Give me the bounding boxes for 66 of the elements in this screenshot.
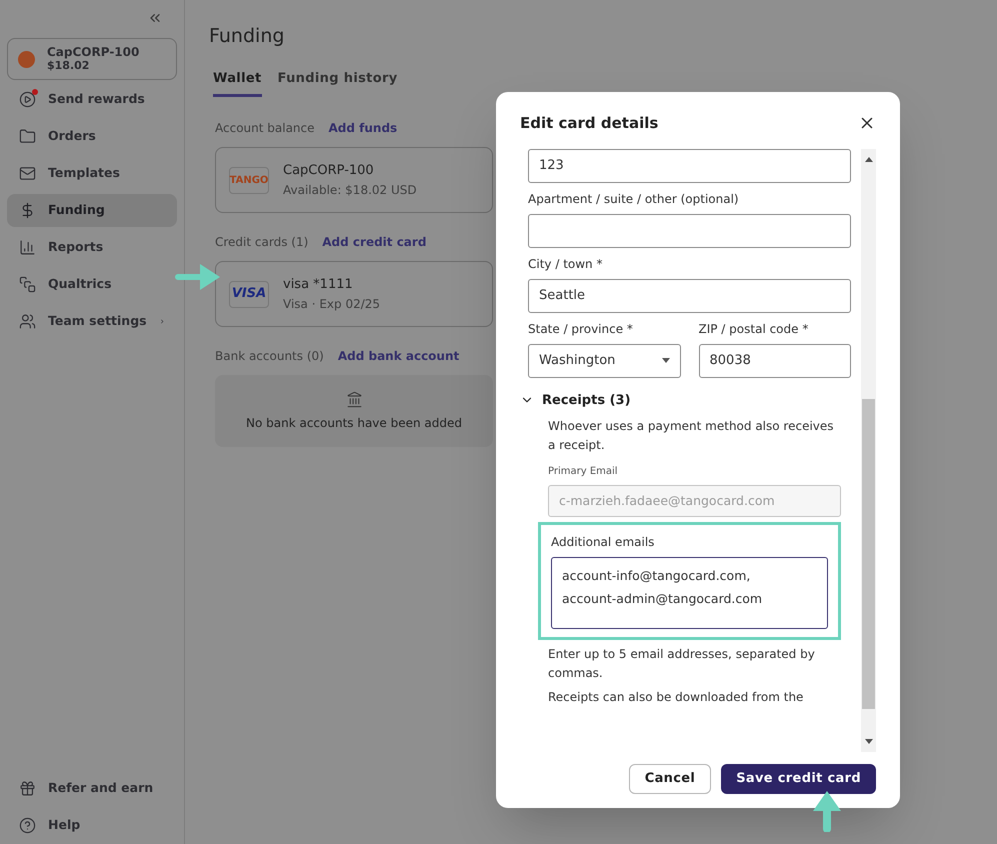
nav-item[interactable]: Refer and earn: [7, 772, 177, 805]
note-text: Receipts can also be downloaded from the: [547, 689, 804, 706]
account-card[interactable]: TANGO CapCORP-100 Available: $18.02 USD: [215, 147, 493, 213]
help-icon: [19, 817, 36, 834]
bar-chart-icon: [19, 239, 36, 256]
input-field[interactable]: 123: [528, 148, 851, 182]
scroll-up-icon[interactable]: [864, 156, 872, 162]
section-label: Credit cards (1): [215, 234, 308, 251]
folder-icon: [19, 128, 36, 145]
hint-text: Enter up to 5 email addresses, separated by commas.: [547, 646, 816, 682]
card-detail: Visa · Exp 02/25: [283, 296, 380, 313]
field-label: State / province *: [528, 320, 634, 338]
logo-badge: TANGO: [229, 166, 269, 194]
bank-icon: [346, 390, 362, 408]
caret-down-icon: [662, 358, 670, 363]
nav-item[interactable]: Qualtrics: [7, 268, 177, 301]
card-name: CapCORP-100: [283, 162, 375, 180]
account-card[interactable]: VISA visa *1111 Visa · Exp 02/25: [215, 261, 493, 327]
field-label: Primary Email: [548, 465, 619, 479]
section-label: Account balance: [215, 120, 315, 137]
nav-item[interactable]: Send rewards: [7, 83, 177, 116]
field-label: ZIP / postal code *: [698, 320, 810, 338]
card-name: visa *1111: [283, 276, 354, 294]
scrollbar-thumb[interactable]: [862, 399, 875, 709]
nav-item[interactable]: Team settings: [7, 305, 177, 338]
save-button[interactable]: Save credit card: [721, 764, 876, 794]
section-link[interactable]: Add bank account: [338, 347, 460, 365]
receipts-toggle[interactable]: Receipts (3): [520, 390, 851, 410]
page-title: Funding: [209, 24, 286, 49]
section-link[interactable]: Add credit card: [322, 233, 426, 251]
receipts-description: Whoever uses a payment method also receives a receipt.: [547, 418, 835, 454]
people-icon: [19, 313, 36, 330]
field-label: Apartment / suite / other (optional): [528, 190, 740, 208]
section-link[interactable]: Add funds: [328, 119, 398, 137]
logo-badge: VISA: [229, 280, 269, 308]
section-label: Bank accounts (0): [215, 348, 324, 365]
field-label: City / town *: [528, 256, 604, 272]
account-name: CapCORP-100: [47, 46, 140, 59]
account-avatar: [18, 50, 35, 68]
nav-item[interactable]: Help: [7, 809, 177, 842]
account-balance: $18.02: [47, 59, 90, 72]
gift-icon: [19, 780, 36, 797]
tab[interactable]: Funding history: [278, 68, 398, 97]
arrow-right-icon: [174, 262, 222, 292]
play-circle-icon: [19, 91, 36, 108]
tab[interactable]: Wallet: [213, 68, 262, 97]
nav-item[interactable]: Templates: [7, 157, 177, 190]
scrollbar[interactable]: [861, 148, 876, 752]
input-field[interactable]: 80038: [698, 344, 851, 378]
modal-title: Edit card details: [520, 113, 658, 134]
scroll-down-icon[interactable]: [864, 739, 872, 744]
select-field[interactable]: Washington: [528, 344, 680, 378]
cancel-button[interactable]: Cancel: [628, 764, 712, 794]
nav-item[interactable]: Funding: [7, 194, 177, 227]
input-field[interactable]: Seattle: [528, 278, 851, 312]
textarea-field[interactable]: account-info@tangocard.com, account-admin@tangocard.com: [551, 557, 828, 629]
arrow-up-icon: [812, 790, 842, 832]
envelope-icon: [19, 165, 36, 182]
input-field[interactable]: [528, 214, 851, 248]
empty-state-text: No bank accounts have been added: [246, 414, 462, 432]
squares-icon: [19, 276, 36, 293]
nav-item[interactable]: Orders: [7, 120, 177, 153]
card-detail: Available: $18.02 USD: [283, 182, 417, 199]
nav-item[interactable]: Reports: [7, 231, 177, 264]
field-label: Additional emails: [551, 534, 656, 551]
account-switcher[interactable]: CapCORP-100 $18.02: [7, 38, 177, 80]
